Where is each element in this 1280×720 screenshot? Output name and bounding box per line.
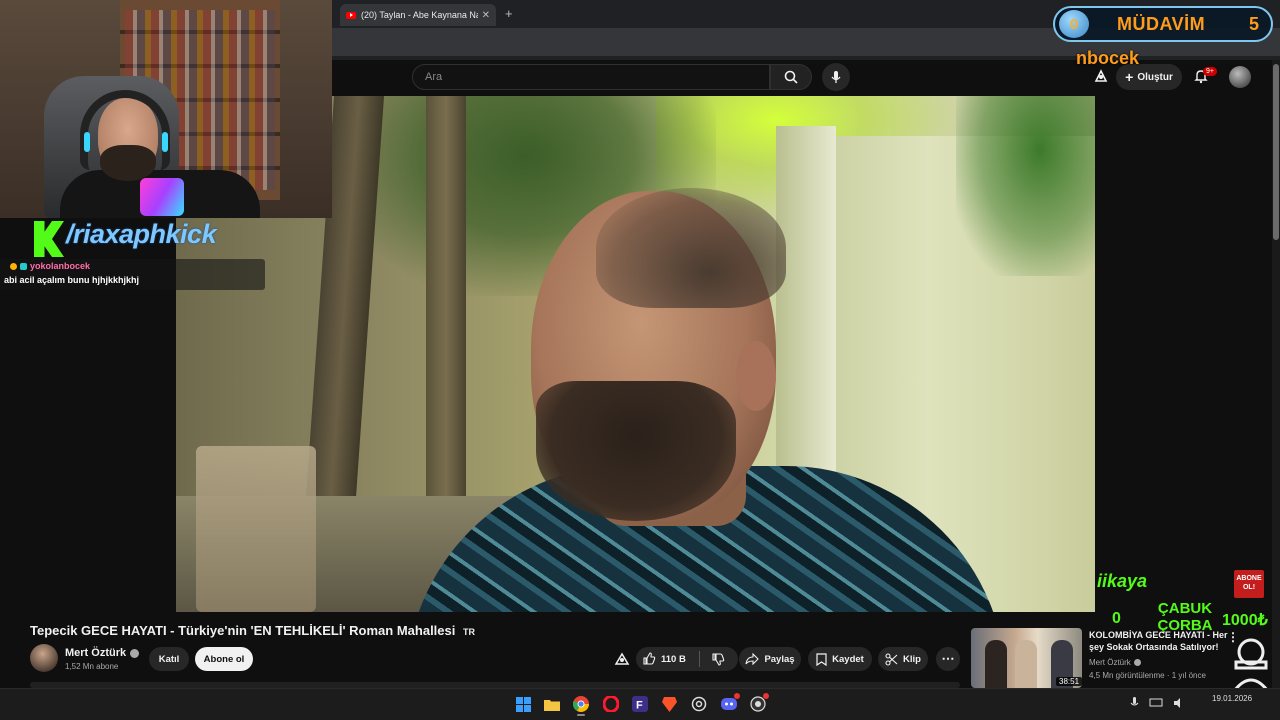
channel-name[interactable]: Mert Öztürk [65,647,126,659]
microphone-tray-icon[interactable] [1130,697,1139,709]
webcam-headset-light-right [162,132,168,152]
scissors-icon [885,652,898,666]
webcam-headset-light-left [84,132,90,152]
recording-dot-icon [763,693,769,699]
new-tab-button[interactable]: + [505,6,513,21]
mudavim-widget: 0 MÜDAVİM 5 [1053,6,1273,42]
sparkle-icon[interactable] [614,652,630,666]
video-language-badge: TR [463,627,475,637]
related-video-channel[interactable]: Mert Öztürk [1089,658,1141,667]
kick-logo-icon [34,221,64,257]
subscribe-reminder-line-1: ABONE [1236,575,1262,582]
video-subject-hair [596,188,786,308]
account-avatar[interactable] [1229,66,1251,88]
chrome-icon[interactable] [572,695,590,713]
kick-handle: /riaxaphkick [66,219,217,249]
like-count[interactable]: 110 B [661,654,686,665]
video-scene-chair [196,446,316,612]
like-icon[interactable] [642,652,656,666]
discord-notification-dot [734,693,740,699]
streamer-webcam [0,0,332,218]
share-arrow-icon [745,653,760,665]
subscribe-reminder-badge: ABONE OL! [1234,570,1264,598]
thumbnail-figure-2 [1015,640,1037,688]
obs-record-icon[interactable] [749,693,769,713]
browser-tab-active[interactable]: (20) Taylan - Abe Kaynana Nap... ✕ [340,4,496,26]
create-label: Oluştur [1137,71,1173,83]
video-title: Tepecik GECE HAYATI - Türkiye'nin 'EN TE… [30,623,475,638]
windows-start-icon[interactable] [514,695,532,713]
video-subject-ear [736,341,776,411]
mudavim-username: nbocek [1076,48,1140,68]
search-button[interactable] [770,64,812,90]
video-title-text: Tepecik GECE HAYATI - Türkiye'nin 'EN TE… [30,623,456,638]
share-button[interactable]: Paylaş [739,647,801,671]
chatgpt-icon[interactable] [690,695,708,713]
chat-user-row: yokolanbocek [10,261,90,271]
channel-subscriber-count: 1,52 Mn abone [65,662,119,671]
related-video-meta: 4,5 Mn görüntülenme · 1 yıl önce [1089,671,1206,680]
related-video-menu-icon[interactable]: ⋮ [1226,628,1240,646]
headset-icon [80,90,170,170]
dislike-icon[interactable] [711,652,725,666]
subscribe-reminder-line-2: OL! [1242,584,1256,591]
plus-icon: + [1125,69,1134,85]
join-button[interactable]: Katıl [149,647,189,671]
video-scene-foliage-right [956,96,1095,276]
video-scene-tree-trunk-2 [426,96,466,516]
verified-checkmark-icon [1133,659,1141,666]
chrome-active-indicator [577,714,585,716]
tab-close-icon[interactable]: ✕ [482,10,490,21]
chat-username: yokolanbocek [30,261,91,271]
file-explorer-icon[interactable] [543,695,561,713]
goal-target-value: 1000₺ [1222,612,1268,629]
youtube-favicon-icon [346,11,356,19]
app-icon-f[interactable]: F [631,695,649,713]
search-input[interactable]: Ara [412,64,770,90]
video-subject-beard [536,381,736,521]
system-tray [1130,697,1185,709]
channel-avatar[interactable] [30,644,58,672]
brave-icon[interactable] [660,695,678,713]
tab-title: (20) Taylan - Abe Kaynana Nap... [361,10,478,20]
voice-search-button[interactable] [822,63,850,91]
related-video-duration: 38:51 [1056,677,1083,686]
discord-icon[interactable] [720,693,740,713]
like-divider [698,651,700,667]
related-video-title[interactable]: KOLOMBİYA GECE HAYATI - Her şey Sokak Or… [1089,629,1229,653]
notification-count-badge: 9+ [1203,67,1217,76]
taskbar-date[interactable]: 19.01.2026 [1212,693,1252,704]
webcam-rgb-device [140,178,184,216]
clip-button[interactable]: Klip [878,647,928,671]
chat-badge-icon [10,262,17,270]
mudavim-label: MÜDAVİM [1117,14,1206,34]
svg-text:F: F [636,700,643,712]
channel-name-row[interactable]: Mert Öztürk [65,647,140,659]
chat-message-text: abi acil açalım bunu hjhjkkhjkhj [4,275,140,285]
microphone-icon [831,71,841,83]
save-label: Kaydet [832,653,864,665]
mudavim-count: 5 [1249,14,1260,34]
bookmark-icon [816,652,827,666]
verified-checkmark-icon [130,648,140,658]
volume-icon[interactable] [1173,698,1185,708]
goal-current-value: 0 [1112,610,1121,627]
thumbnail-figure-1 [985,640,1007,688]
page-scrollbar[interactable] [1272,60,1280,688]
save-button[interactable]: Kaydet [808,647,872,671]
chat-subscriber-badge-icon [20,262,27,270]
mudavim-left-value: 0 [1059,10,1089,38]
clip-label: Klip [903,653,921,665]
scrollbar-thumb[interactable] [1273,64,1279,240]
network-icon[interactable] [1149,698,1163,708]
related-video-channel-name[interactable]: Mert Öztürk [1089,658,1131,667]
more-actions-button[interactable]: ⋯ [936,647,960,671]
opera-icon[interactable] [602,695,620,713]
subscribe-button[interactable]: Abone ol [195,647,253,671]
like-dislike-group: 110 B [636,647,738,671]
search-icon [784,70,798,84]
extension-icon[interactable] [1093,68,1109,84]
overlay-ticker-text: iikaya [1097,571,1148,591]
share-label: Paylaş [764,653,795,665]
